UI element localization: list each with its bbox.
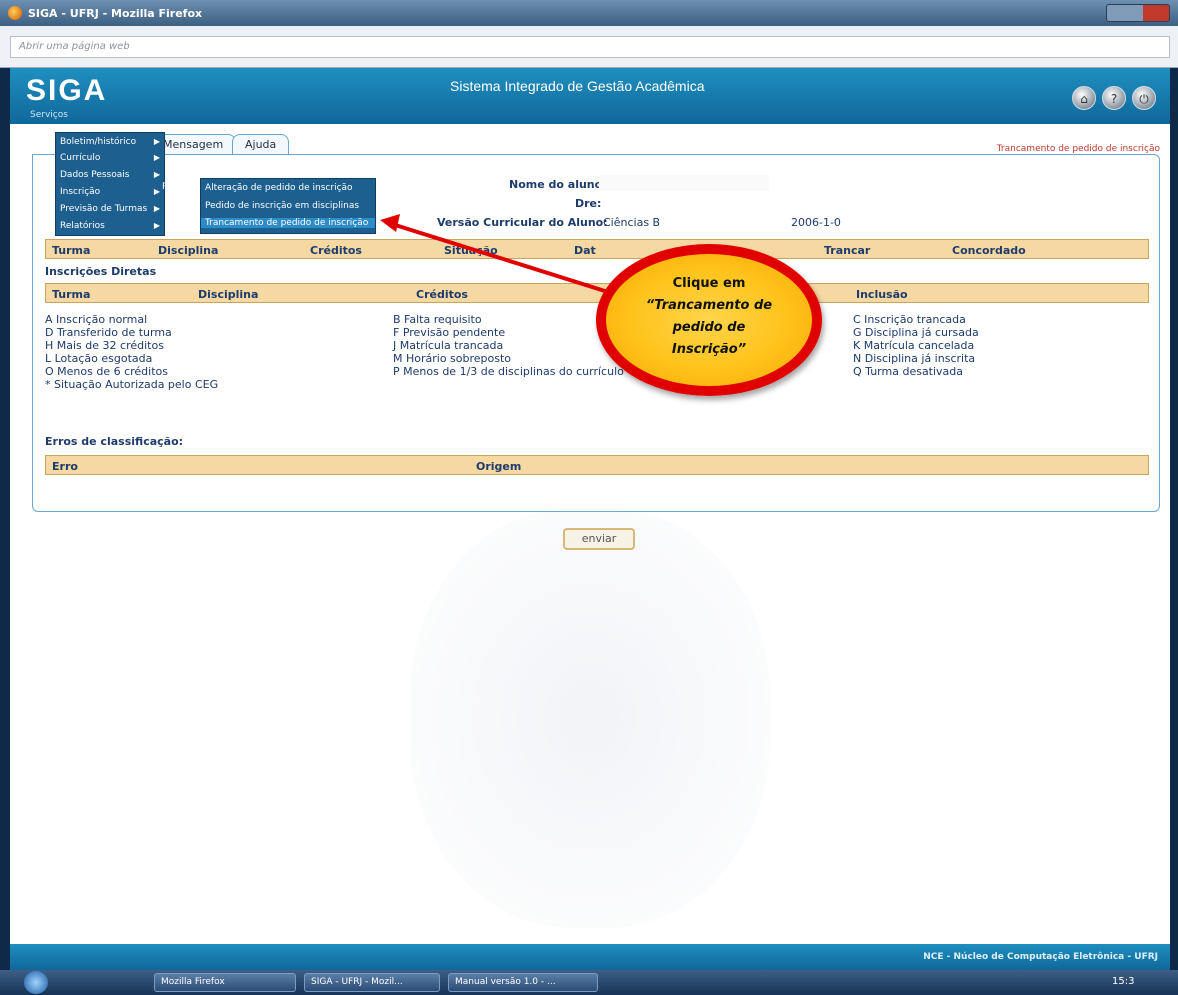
legend-item: Q Turma desativada [853, 365, 964, 378]
legend-item: B Falta requisito [393, 313, 482, 326]
enviar-button[interactable]: enviar [563, 528, 635, 550]
exit-icon[interactable]: ⏻ [1132, 86, 1156, 110]
windows-taskbar: Mozilla Firefox SIGA - UFRJ - Mozil... M… [0, 970, 1178, 995]
legend-item: F Previsão pendente [393, 326, 506, 339]
menu-item-relatorios[interactable]: Relatórios [60, 221, 105, 231]
home-icon[interactable]: ⌂ [1072, 86, 1096, 110]
legend-item: K Matrícula cancelada [853, 339, 975, 352]
page-title: Trancamento de pedido de inscrição [996, 144, 1160, 154]
taskbar-item-siga[interactable]: SIGA - UFRJ - Mozil... [304, 973, 440, 992]
servicos-menu[interactable]: Serviços [30, 110, 68, 120]
legend-item: C Inscrição trancada [853, 313, 966, 326]
servicos-dropdown: Boletim/histórico ▶ Currículo ▶ Dados Pess… [55, 132, 165, 236]
legend-item: * Situação Autorizada pelo CEG [45, 378, 219, 391]
legend-item: N Disciplina já inscrita [853, 352, 976, 365]
ufrj-watermark [410, 508, 770, 928]
chevron-right-icon: ▶ [153, 137, 160, 146]
clock: 15:3 [1112, 976, 1135, 987]
arrow-head [380, 214, 400, 232]
siga-header: SIGA Serviços Sistema Integrado de Gestã… [10, 68, 1170, 124]
firefox-icon [8, 6, 22, 20]
menu-item-alteracao[interactable]: Alteração de pedido de inscrição [205, 183, 353, 193]
table-header-erros: Erro Origem [45, 455, 1149, 475]
submenu-pedido-label[interactable]: Pedido [162, 182, 192, 192]
callout-line-4: Inscrição” [671, 342, 747, 357]
nome-label: Nome do aluno: [509, 178, 607, 191]
siga-page: SIGA Serviços Sistema Integrado de Gestã… [10, 68, 1170, 970]
menu-item-trancamento[interactable]: Trancamento de pedido de inscrição [201, 218, 375, 228]
menu-item-boletim[interactable]: Boletim/histórico [60, 137, 136, 147]
browser-toolbar: Abrir uma página web [0, 26, 1178, 68]
legend-item: H Mais de 32 créditos [45, 339, 164, 352]
footer-text: NCE - Núcleo de Computação Eletrônica - … [923, 952, 1158, 962]
legend-item: L Lotação esgotada [45, 352, 153, 365]
col-origem: Origem [476, 460, 522, 473]
help-icon[interactable]: ? [1102, 86, 1126, 110]
menu-item-inscricao[interactable]: Inscrição [60, 187, 100, 197]
legend-item: O Menos de 6 créditos [45, 365, 168, 378]
legend-item: M Horário sobreposto [393, 352, 512, 365]
siga-footer: NCE - Núcleo de Computação Eletrônica - … [10, 944, 1170, 970]
nome-value [599, 175, 769, 191]
col-creditos: Créditos [310, 244, 362, 257]
system-title: Sistema Integrado de Gestão Acadêmica [450, 78, 705, 94]
taskbar-item-manual[interactable]: Manual versão 1.0 - ... [448, 973, 598, 992]
menu-item-pedido-inscricao[interactable]: Pedido de inscrição em disciplinas [205, 201, 359, 211]
col-disciplina: Disciplina [158, 244, 219, 257]
legend-col-3: C Inscrição trancada G Disciplina já cur… [853, 313, 979, 378]
window-controls[interactable] [1106, 4, 1170, 22]
callout-arrow [380, 214, 609, 294]
col-erro: Erro [52, 460, 78, 473]
menu-item-dados-pessoais[interactable]: Dados Pessoais [60, 170, 129, 180]
callout-line-2: “Trancamento de [645, 298, 773, 313]
col-inclusao: Inclusão [856, 288, 908, 301]
col-trancar: Trancar [824, 244, 871, 257]
chevron-right-icon: ▶ [153, 153, 160, 162]
col-concordado: Concordado [952, 244, 1026, 257]
callout-line-3: pedido de [672, 320, 746, 335]
siga-logo: SIGA [26, 74, 108, 107]
legend-col-1: A Inscrição normal D Transferido de turm… [45, 313, 218, 391]
legend-item: G Disciplina já cursada [853, 326, 979, 339]
col-turma: Turma [52, 288, 91, 301]
dre-label: Dre: [575, 197, 602, 210]
legend-item: J Matrícula trancada [393, 339, 504, 352]
chevron-right-icon: ▶ [153, 204, 160, 213]
chevron-right-icon: ▶ [153, 221, 160, 230]
callout-line-1: Clique em [672, 276, 746, 291]
inscricoes-title: Inscrições Diretas [45, 265, 157, 278]
menu-item-curriculo[interactable]: Currículo [60, 153, 100, 163]
address-bar[interactable]: Abrir uma página web [10, 36, 1170, 58]
taskbar-item-firefox[interactable]: Mozilla Firefox [154, 973, 296, 992]
legend-col-2: B Falta requisito F Previsão pendente J … [393, 313, 624, 378]
chevron-right-icon: ▶ [153, 170, 160, 179]
window-titlebar: SIGA - UFRJ - Mozilla Firefox [0, 0, 1178, 26]
col-turma: Turma [52, 244, 91, 257]
instruction-callout: Clique em “Trancamento de pedido de Insc… [596, 244, 822, 396]
col-disciplina: Disciplina [198, 288, 259, 301]
arrow-line [391, 222, 609, 294]
erros-title: Erros de classificação: [45, 435, 184, 448]
start-button[interactable] [24, 971, 48, 994]
window-title: SIGA - UFRJ - Mozilla Firefox [28, 7, 203, 20]
legend-item: P Menos de 1/3 de disciplinas do currícu… [393, 365, 624, 378]
tab-bar: Mensagem Ajuda [24, 130, 1164, 161]
legend-item: D Transferido de turma [45, 326, 172, 339]
legend-item: A Inscrição normal [45, 313, 148, 326]
versao-suffix: 2006-1-0 [791, 216, 841, 229]
submenu-pedido-items: Alteração de pedido de inscrição Pedido … [200, 178, 376, 234]
menu-item-previsao[interactable]: Previsão de Turmas [60, 204, 147, 214]
